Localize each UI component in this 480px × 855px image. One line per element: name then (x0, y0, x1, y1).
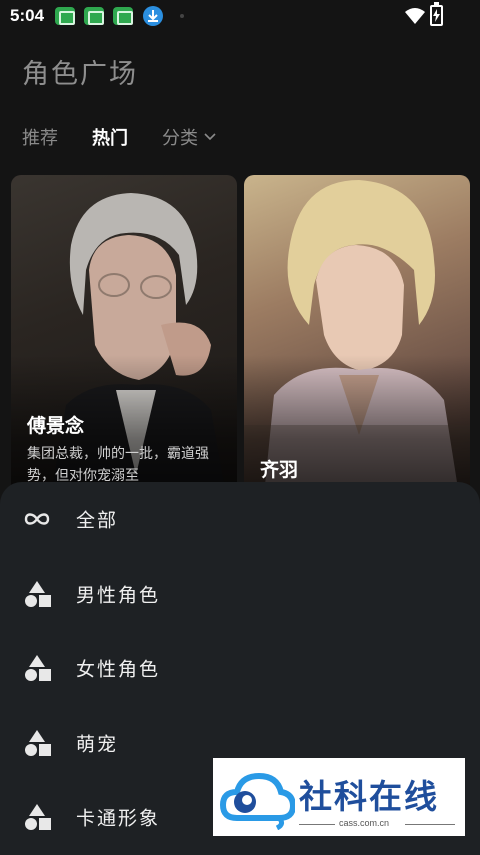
shapes-icon (25, 655, 51, 681)
tab-category[interactable]: 分类 (162, 124, 216, 150)
menu-item-label: 女性角色 (76, 658, 161, 681)
watermark-text: 社科在线 (299, 777, 439, 816)
status-time: 5:04 (10, 6, 45, 25)
menu-item-label: 卡通形象 (76, 807, 161, 830)
character-name: 齐羽 (260, 459, 299, 481)
download-icon (143, 6, 163, 26)
tab-label: 分类 (162, 128, 198, 149)
menu-item-label: 萌宠 (76, 733, 119, 756)
watermark-logo: 社科在线 cass.com.cn (213, 758, 465, 836)
tab-popular[interactable]: 热门 (92, 124, 128, 150)
character-description: 集团总裁，帅的一批，霸道强势，但对你宠溺至 (27, 446, 209, 484)
menu-item-female-characters[interactable]: 女性角色 (0, 633, 480, 703)
menu-item-label: 男性角色 (76, 584, 161, 607)
notification-app-icon (113, 7, 133, 25)
cloud-logo-icon (219, 772, 295, 830)
watermark-divider (299, 824, 335, 825)
watermark-url: cass.com.cn (339, 818, 390, 828)
battery-charging-icon (430, 2, 443, 26)
shapes-icon (25, 804, 51, 830)
character-card[interactable]: 齐羽 (244, 175, 470, 495)
watermark-divider (405, 824, 455, 825)
notification-app-icon (55, 7, 75, 25)
shapes-icon (25, 581, 51, 607)
wifi-icon (405, 8, 425, 24)
status-dot (180, 14, 184, 18)
shapes-icon (25, 730, 51, 756)
tab-label: 热门 (92, 128, 128, 149)
category-tabs: 推荐 热门 分类 (22, 124, 216, 150)
menu-item-label: 全部 (76, 509, 119, 532)
infinity-icon (24, 513, 50, 525)
status-bar: 5:04 (0, 0, 480, 32)
tab-label: 推荐 (22, 128, 58, 149)
tab-recommended[interactable]: 推荐 (22, 124, 58, 150)
page-title: 角色广场 (22, 59, 138, 90)
menu-item-all[interactable]: 全部 (0, 484, 480, 554)
character-name: 傅景念 (27, 415, 85, 437)
chevron-down-icon (204, 133, 216, 141)
notification-app-icon (84, 7, 104, 25)
menu-item-male-characters[interactable]: 男性角色 (0, 559, 480, 629)
character-card[interactable]: 傅景念 集团总裁，帅的一批，霸道强势，但对你宠溺至 (11, 175, 237, 495)
